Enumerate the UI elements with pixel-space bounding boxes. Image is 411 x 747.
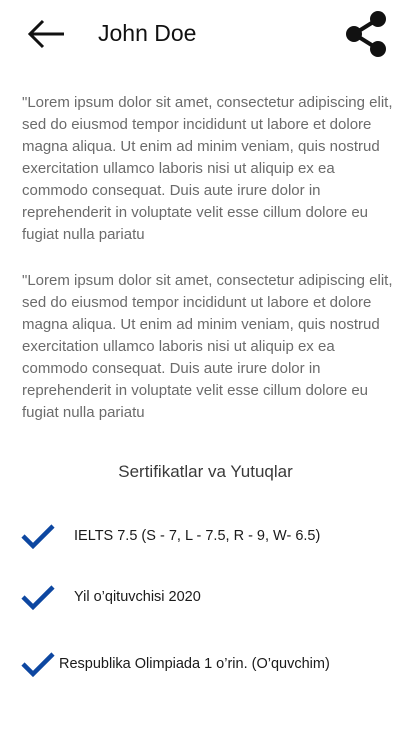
share-button[interactable] (340, 8, 392, 60)
achievement-label: Yil o’qituvchisi 2020 (74, 589, 201, 605)
checkmark-icon (21, 524, 55, 550)
bio-paragraph: "Lorem ipsum dolor sit amet, consectetur… (22, 94, 393, 243)
share-icon (346, 11, 386, 57)
achievement-label: Respublika Olimpiada 1 o’rin. (O’quvchim… (59, 656, 330, 672)
page-title: John Doe (98, 20, 197, 46)
achievement-item: IELTS 7.5 (S - 7, L - 7.5, R - 9, W- 6.5… (0, 516, 411, 556)
checkmark-icon (21, 652, 55, 678)
back-button[interactable] (24, 14, 68, 54)
achievements-heading: Sertifikatlar va Yutuqlar (118, 462, 293, 481)
achievement-label: IELTS 7.5 (S - 7, L - 7.5, R - 9, W- 6.5… (74, 528, 321, 544)
arrow-left-icon (27, 19, 64, 49)
app-header: John Doe (0, 0, 411, 68)
bio-paragraph: "Lorem ipsum dolor sit amet, consectetur… (22, 272, 393, 421)
checkmark-icon (21, 585, 55, 611)
achievement-item: Yil o’qituvchisi 2020 (0, 577, 411, 617)
achievement-item: Respublika Olimpiada 1 o’rin. (O’quvchim… (0, 644, 411, 684)
